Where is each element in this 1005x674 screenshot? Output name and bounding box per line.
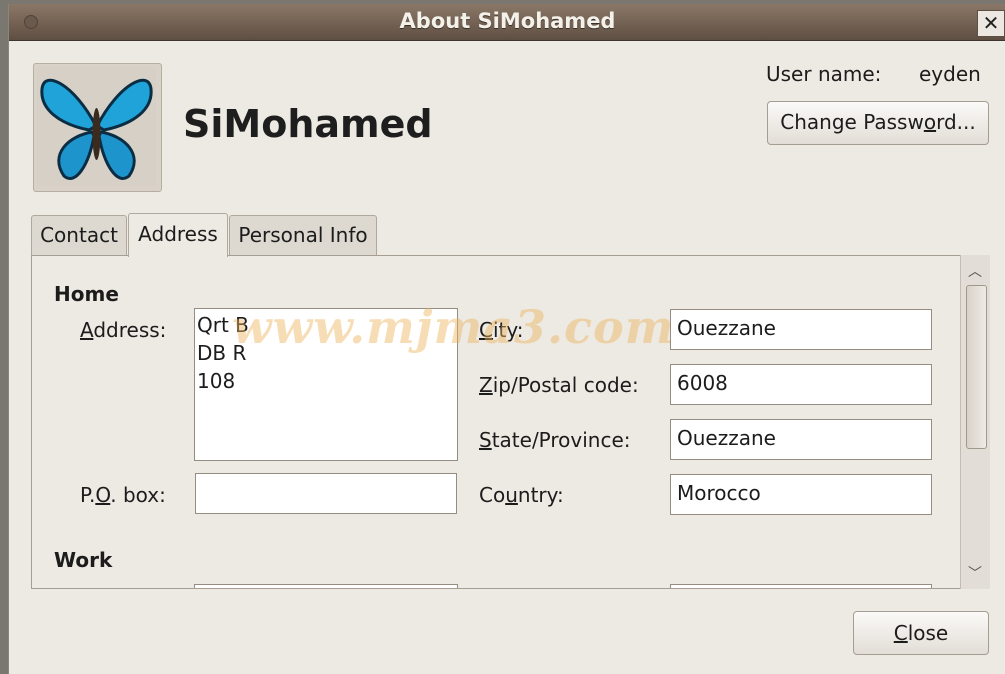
country-label: Country: xyxy=(479,483,564,507)
mnemonic-char: S xyxy=(479,428,492,452)
window-title: About SiMohamed xyxy=(399,9,616,33)
label-text: ity: xyxy=(492,318,524,342)
label-text: tate/Province: xyxy=(491,428,631,452)
home-section-heading: Home xyxy=(54,282,119,306)
country-input[interactable]: Morocco xyxy=(670,474,932,515)
change-password-button[interactable]: Change Password... xyxy=(767,101,989,145)
butterfly-icon xyxy=(37,67,156,186)
mnemonic-char: C xyxy=(893,621,908,645)
address-line: DB R xyxy=(197,341,247,365)
full-name-label: SiMohamed xyxy=(183,102,433,146)
mnemonic-char: o xyxy=(923,110,937,134)
scroll-up-icon[interactable]: ︿ xyxy=(968,261,982,281)
close-button[interactable]: Close xyxy=(853,611,989,655)
mnemonic-char: u xyxy=(505,483,518,507)
mnemonic-char: Z xyxy=(479,373,493,397)
address-line: 108 xyxy=(197,369,236,393)
tab-personal-info[interactable]: Personal Info xyxy=(229,215,377,255)
label-text: ntry: xyxy=(517,483,564,507)
scroll-thumb[interactable] xyxy=(966,285,987,449)
mnemonic-char: O xyxy=(95,483,111,507)
button-label-part: rd... xyxy=(936,110,976,134)
label-text: P. xyxy=(80,483,96,507)
window-close-icon[interactable]: ✕ xyxy=(977,10,1005,37)
user-name-label: User name: xyxy=(766,62,882,86)
label-text: Co xyxy=(479,483,506,507)
work-city-input[interactable] xyxy=(670,584,932,588)
city-input[interactable]: Ouezzane xyxy=(670,309,932,350)
mnemonic-char: C xyxy=(479,318,493,342)
avatar-button[interactable] xyxy=(33,63,162,192)
state-input[interactable]: Ouezzane xyxy=(670,419,932,460)
address-line: Qrt B xyxy=(197,313,249,337)
label-text: ddress: xyxy=(93,318,167,342)
address-tab-panel: Home Address: Qrt B DB R 108 P.O. box: C… xyxy=(31,255,990,589)
mnemonic-char: A xyxy=(80,318,94,342)
work-address-textarea[interactable] xyxy=(194,584,458,588)
work-section-heading: Work xyxy=(54,548,113,572)
city-label: City: xyxy=(479,318,524,342)
zip-input[interactable]: 6008 xyxy=(670,364,932,405)
address-label: Address: xyxy=(80,318,166,342)
address-textarea[interactable]: Qrt B DB R 108 xyxy=(194,308,458,461)
label-text: . box: xyxy=(110,483,166,507)
zip-label: Zip/Postal code: xyxy=(479,373,639,397)
po-box-label: P.O. box: xyxy=(80,483,166,507)
button-label-part: lose xyxy=(907,621,949,645)
title-bar[interactable]: About SiMohamed ✕ xyxy=(9,4,1005,41)
tab-contact[interactable]: Contact xyxy=(31,215,127,255)
user-name-value: eyden xyxy=(919,62,981,86)
po-box-input[interactable] xyxy=(195,473,457,514)
vertical-scrollbar[interactable]: ︿ ﹀ xyxy=(960,255,990,589)
about-me-dialog: About SiMohamed ✕ SiMohamed User name: e… xyxy=(8,4,1005,674)
scroll-down-icon[interactable]: ﹀ xyxy=(968,563,982,583)
state-label: State/Province: xyxy=(479,428,631,452)
button-label-part: Change Passw xyxy=(780,110,924,134)
tab-address[interactable]: Address xyxy=(128,213,228,257)
label-text: ip/Postal code: xyxy=(492,373,639,397)
